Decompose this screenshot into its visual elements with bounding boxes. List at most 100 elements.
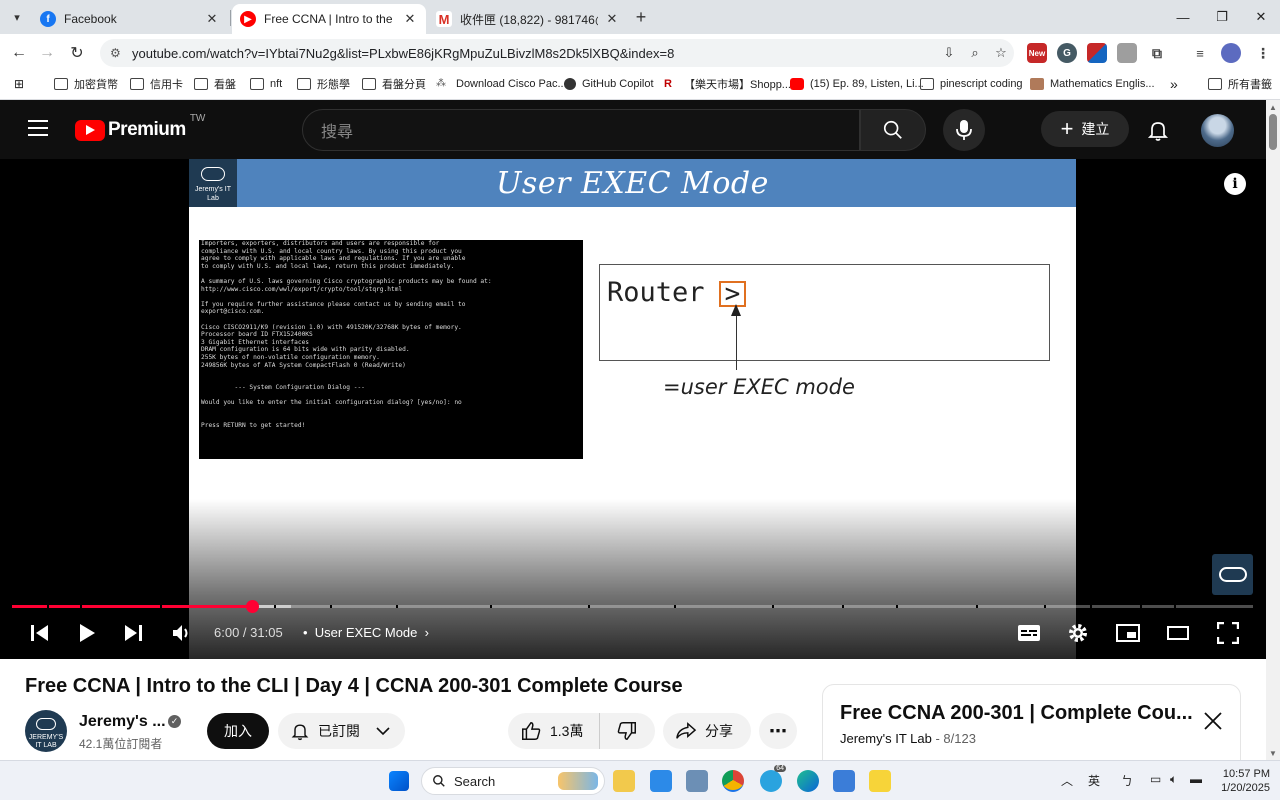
close-window-button[interactable]: ✕ (1238, 0, 1280, 34)
create-button[interactable]: + 建立 (1041, 111, 1129, 147)
mute-button[interactable] (170, 621, 194, 645)
dislike-button[interactable] (600, 713, 654, 749)
page-scrollbar[interactable]: ▲ ▼ (1266, 100, 1280, 760)
bookmark-link[interactable]: R 【樂天市場】Shopp... (664, 76, 791, 92)
address-bar[interactable]: ⚙ youtube.com/watch?v=IYbtai7Nu2g&list=P… (100, 39, 1014, 67)
apps-grid-icon[interactable]: ⊞ (14, 76, 24, 92)
ime-mode-icon[interactable]: ㄅ (1121, 772, 1133, 789)
extension-circle-icon[interactable]: G (1057, 43, 1077, 63)
zoom-icon[interactable]: ⌕ (962, 45, 988, 61)
channel-watermark[interactable] (1212, 554, 1253, 595)
show-hidden-icons-chevron[interactable]: ︿ (1061, 772, 1073, 789)
profile-avatar-icon[interactable] (1221, 43, 1241, 63)
theater-mode-button[interactable] (1166, 621, 1190, 645)
bookmark-folder[interactable]: nft (250, 76, 282, 92)
bookmark-link[interactable]: Mathematics Englis... (1030, 76, 1155, 92)
windows-start-icon[interactable] (389, 771, 409, 791)
search-input[interactable]: 搜尋 (302, 109, 860, 151)
bookmark-folder[interactable]: 看盤 (194, 76, 236, 92)
url-text[interactable]: youtube.com/watch?v=IYbtai7Nu2g&list=PLx… (132, 46, 936, 61)
system-clock[interactable]: 10:57 PM 1/20/2025 (1212, 767, 1270, 795)
app-grey-icon[interactable] (686, 770, 708, 792)
voice-search-button[interactable] (943, 109, 985, 151)
cloud-icon (1218, 567, 1247, 582)
tab-gmail[interactable]: M 收件匣 (18,822) - 981746@gma ✕ (428, 4, 628, 34)
playlist-channel[interactable]: Jeremy's IT Lab (840, 731, 932, 746)
scroll-down-icon[interactable]: ▼ (1269, 749, 1277, 758)
bookmark-folder[interactable]: 加密貨幣 (54, 76, 118, 92)
share-button[interactable]: 分享 (663, 713, 751, 749)
youtube-icon: ▶ (240, 11, 256, 27)
subscribed-button[interactable]: 已訂閱 (278, 713, 405, 749)
bookmark-link[interactable]: (15) Ep. 89, Listen, Li... (790, 76, 924, 92)
telegram-icon[interactable]: 64 (760, 765, 786, 792)
battery-icon[interactable]: ▬ (1190, 772, 1202, 786)
terminal-line: compliance with U.S. and local country l… (201, 247, 462, 255)
like-button[interactable]: 1.3萬 (508, 713, 600, 749)
taskbar-search-box[interactable]: Search (421, 767, 605, 795)
extension-flag-icon[interactable] (1087, 43, 1107, 63)
close-tab-icon[interactable]: ✕ (204, 11, 220, 27)
ime-language-indicator[interactable]: 英 (1088, 772, 1100, 789)
youtube-premium-logo[interactable]: Premium TW (75, 113, 205, 141)
all-bookmarks-folder[interactable]: 所有書籤 (1208, 76, 1272, 92)
close-tab-icon[interactable]: ✕ (604, 11, 620, 27)
file-explorer-icon[interactable] (613, 770, 635, 792)
reload-icon[interactable]: ↻ (66, 42, 88, 64)
bookmark-folder[interactable]: pinescript coding (920, 76, 1023, 92)
bookmark-star-icon[interactable]: ☆ (988, 45, 1014, 61)
search-button[interactable] (860, 109, 926, 151)
account-avatar[interactable] (1201, 114, 1234, 147)
scroll-up-icon[interactable]: ▲ (1269, 103, 1277, 112)
join-button[interactable]: 加入 (207, 713, 269, 749)
extension-grey-icon[interactable] (1117, 43, 1137, 63)
next-button[interactable] (121, 621, 145, 645)
tab-search-chevron-icon[interactable]: ▾ (6, 6, 28, 28)
bookmark-folder[interactable]: 形態學 (297, 76, 350, 92)
extensions-puzzle-icon[interactable]: ⧉ (1147, 43, 1167, 63)
playlist-title[interactable]: Free CCNA 200-301 | Complete Cou... (840, 702, 1193, 725)
bookmark-link[interactable]: ⁂ Download Cisco Pac... (436, 76, 567, 92)
chrome-taskbar-icon[interactable] (722, 770, 744, 792)
extension-new-icon[interactable]: New (1027, 43, 1047, 63)
edge-icon[interactable] (797, 770, 819, 792)
speaker-icon[interactable]: 🔈︎ (1170, 772, 1177, 787)
close-playlist-button[interactable] (1201, 709, 1225, 733)
chapter-button[interactable]: • User EXEC Mode › (303, 625, 429, 640)
network-icon[interactable]: ▭ (1150, 772, 1161, 786)
video-player[interactable]: User EXEC Mode Jeremy's IT Lab Importers… (0, 159, 1266, 659)
channel-name[interactable]: Jeremy's ... (79, 713, 166, 731)
notifications-button[interactable] (1146, 118, 1170, 142)
site-info-icon[interactable]: ⚙ (110, 46, 124, 60)
settings-button[interactable] (1066, 621, 1090, 645)
progress-scrubber[interactable] (245, 600, 259, 613)
media-control-icon[interactable]: ≡ (1190, 43, 1210, 63)
new-tab-button[interactable]: + (630, 6, 652, 28)
fullscreen-button[interactable] (1216, 621, 1240, 645)
back-icon[interactable]: ← (8, 42, 30, 64)
guide-menu-icon[interactable] (28, 120, 48, 136)
channel-avatar[interactable]: JEREMY'S IT LAB (25, 710, 67, 752)
miniplayer-button[interactable] (1115, 621, 1141, 645)
previous-button[interactable] (28, 621, 52, 645)
chrome-menu-icon[interactable]: ⋮ (1253, 43, 1273, 63)
more-actions-button[interactable]: ⋯ (759, 713, 797, 749)
info-icon[interactable]: i (1224, 173, 1246, 195)
forward-icon[interactable]: → (36, 42, 58, 64)
notepad-icon[interactable] (833, 770, 855, 792)
bookmark-folder[interactable]: 信用卡 (130, 76, 183, 92)
bookmark-folder[interactable]: 看盤分頁 (362, 76, 426, 92)
tab-facebook[interactable]: f Facebook ✕ (32, 4, 228, 34)
install-app-icon[interactable]: ⇩ (936, 45, 962, 61)
scrollbar-thumb[interactable] (1269, 114, 1277, 150)
app-blue-icon[interactable] (650, 770, 672, 792)
bookmark-link[interactable]: GitHub Copilot (564, 76, 654, 92)
bookmarks-overflow-icon[interactable]: » (1170, 76, 1178, 92)
tab-youtube-active[interactable]: ▶ Free CCNA | Intro to the CLI | Da ✕ (232, 4, 426, 34)
bookmark-label: 看盤分頁 (382, 79, 426, 91)
progress-bar[interactable] (12, 600, 1253, 613)
play-button[interactable] (74, 621, 100, 645)
app-yellow-icon[interactable] (869, 770, 891, 792)
close-tab-icon[interactable]: ✕ (402, 11, 418, 27)
subtitles-button[interactable] (1016, 621, 1042, 645)
